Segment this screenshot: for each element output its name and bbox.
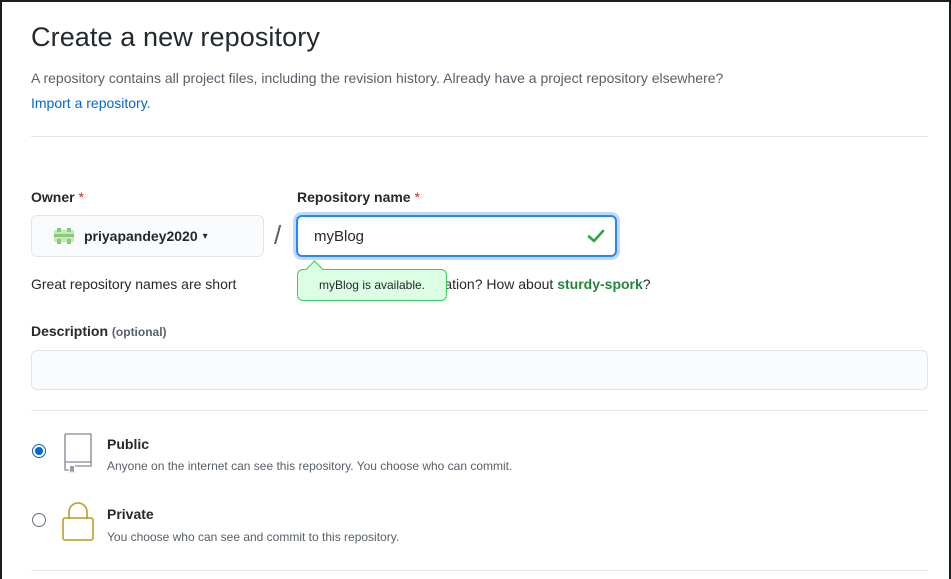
- hint-suffix: ?: [642, 276, 651, 292]
- repository-name-label-text: Repository name: [297, 189, 411, 205]
- private-radio[interactable]: [32, 513, 46, 527]
- availability-tooltip: myBlog is available.: [297, 269, 447, 301]
- required-mark: *: [414, 189, 420, 205]
- divider: [31, 136, 928, 137]
- divider: [31, 570, 928, 571]
- private-option-description: You choose who can see and commit to thi…: [107, 530, 400, 544]
- lock-icon: [62, 502, 94, 541]
- description-label: Description (optional): [31, 323, 167, 339]
- owner-select-button[interactable]: priyapandey2020 ▾: [31, 215, 264, 257]
- import-repository-link[interactable]: Import a repository.: [31, 95, 151, 111]
- repo-icon: [64, 433, 92, 473]
- public-option-title: Public: [107, 436, 150, 452]
- hint-prefix: Great repository names are short: [31, 276, 237, 292]
- public-radio[interactable]: [32, 444, 46, 458]
- divider: [31, 410, 928, 411]
- owner-label: Owner *: [31, 189, 84, 205]
- required-mark: *: [78, 189, 84, 205]
- optional-label: (optional): [111, 325, 167, 339]
- public-option-description: Anyone on the internet can see this repo…: [107, 459, 513, 473]
- chevron-down-icon: ▾: [202, 230, 208, 242]
- owner-avatar-icon: [54, 228, 74, 244]
- owner-label-text: Owner: [31, 189, 75, 205]
- page-subtitle: A repository contains all project files,…: [31, 66, 931, 116]
- suggested-name-link[interactable]: sturdy-spork: [557, 276, 643, 292]
- description-label-text: Description: [31, 323, 109, 339]
- page-title: Create a new repository: [31, 22, 320, 52]
- owner-repo-separator: /: [274, 220, 282, 250]
- private-option-title: Private: [107, 506, 154, 522]
- owner-name: priyapandey2020: [84, 228, 198, 244]
- repository-name-label: Repository name *: [297, 189, 420, 205]
- subtitle-text: A repository contains all project files,…: [31, 70, 724, 86]
- description-input[interactable]: [31, 350, 928, 390]
- check-icon: [587, 229, 605, 243]
- repository-name-input[interactable]: [296, 215, 617, 257]
